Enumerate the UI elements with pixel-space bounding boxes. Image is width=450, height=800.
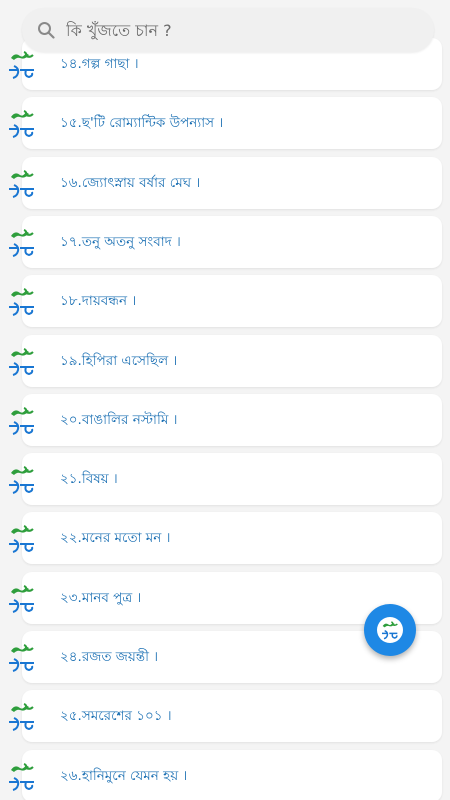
list-item[interactable]: ১৯.হিপিরা এসেছিল । — [0, 334, 450, 387]
list-item[interactable]: ১৬.জ্যোৎস্নায় বর্ষার মেঘ । — [0, 156, 450, 209]
list-item-label: ২৬.হানিমুনে যেমন হয় । — [60, 767, 188, 784]
list-item[interactable]: ১৫.ছ'টি রোম্যান্টিক উপন্যাস । — [0, 97, 450, 150]
boi-tong-logo-icon — [8, 583, 36, 613]
list-item-card[interactable]: ২০.বাঙালির নস্টামি । — [22, 393, 442, 446]
boi-tong-logo-icon — [8, 464, 36, 495]
search-bar[interactable] — [22, 8, 434, 52]
boi-tong-logo-icon — [8, 761, 36, 791]
boi-tong-logo-icon — [8, 701, 36, 732]
boi-tong-logo-icon — [8, 523, 36, 554]
list-item-label: ১৮.দায়বন্ধন । — [60, 293, 137, 310]
list-item[interactable]: ২০.বাঙালির নস্টামি । — [0, 393, 450, 446]
floating-action-button[interactable] — [364, 604, 416, 656]
boi-tong-logo-icon — [8, 108, 36, 139]
list-item-label: ১৯.হিপিরা এসেছিল । — [60, 352, 178, 369]
list-item-card[interactable]: ১৯.হিপিরা এসেছিল । — [22, 334, 442, 387]
list-item[interactable]: ২৬.হানিমুনে যেমন হয় । — [0, 749, 450, 800]
screen: ১৪.গল্প গাছা । ১৫.ছ'টি রোম্যান্টিক উপন্য… — [0, 0, 450, 800]
list-item-label: ২৪.রজত জয়ন্তী । — [60, 649, 159, 665]
boi-tong-logo-icon — [8, 346, 36, 376]
list-item-card[interactable]: ১৭.তনু অতনু সংবাদ । — [22, 215, 442, 268]
boi-tong-logo-icon — [8, 168, 36, 198]
list-item[interactable]: ১৭.তনু অতনু সংবাদ । — [0, 215, 450, 268]
boi-tong-logo-icon — [377, 617, 403, 643]
list-item-card[interactable]: ২১.বিষয় । — [22, 453, 442, 506]
search-input[interactable] — [66, 20, 406, 40]
list-item-card[interactable]: ২৬.হানিমুনে যেমন হয় । — [22, 749, 442, 800]
list-item-label: ২১.বিষয় । — [60, 471, 118, 488]
list-item[interactable]: ২১.বিষয় । — [0, 453, 450, 506]
list-item[interactable]: ১৮.দায়বন্ধন । — [0, 275, 450, 328]
boi-tong-logo-icon — [8, 49, 36, 79]
boi-tong-logo-icon — [8, 405, 36, 435]
list-item-label: ১৬.জ্যোৎস্নায় বর্ষার মেঘ । — [60, 174, 201, 191]
list-item-label: ১৭.তনু অতনু সংবাদ । — [60, 233, 181, 250]
list-item-label: ২৫.সমরেশের ১০১ । — [60, 708, 172, 725]
list-item-card[interactable]: ২৫.সমরেশের ১০১ । — [22, 690, 442, 743]
list-item-label: ২২.মনের মতো মন । — [60, 530, 171, 547]
list-item-card[interactable]: ১৮.দায়বন্ধন । — [22, 275, 442, 328]
list-item-label: ১৫.ছ'টি রোম্যান্টিক উপন্যাস । — [60, 115, 224, 132]
list-item[interactable]: ২৫.সমরেশের ১০১ । — [0, 690, 450, 743]
list-item-card[interactable]: ১৫.ছ'টি রোম্যান্টিক উপন্যাস । — [22, 97, 442, 150]
list-item-card[interactable]: ২২.মনের মতো মন । — [22, 512, 442, 565]
boi-tong-logo-icon — [8, 286, 36, 317]
boi-tong-logo-icon — [8, 227, 36, 257]
list-item[interactable]: ২২.মনের মতো মন । — [0, 512, 450, 565]
list-item-label: ২০.বাঙালির নস্টামি । — [60, 411, 178, 428]
search-icon — [36, 20, 56, 40]
boi-tong-logo-icon — [8, 642, 36, 672]
list-item-label: ২৩.মানব পুত্র । — [60, 589, 142, 606]
list-item-card[interactable]: ১৬.জ্যোৎস্নায় বর্ষার মেঘ । — [22, 156, 442, 209]
